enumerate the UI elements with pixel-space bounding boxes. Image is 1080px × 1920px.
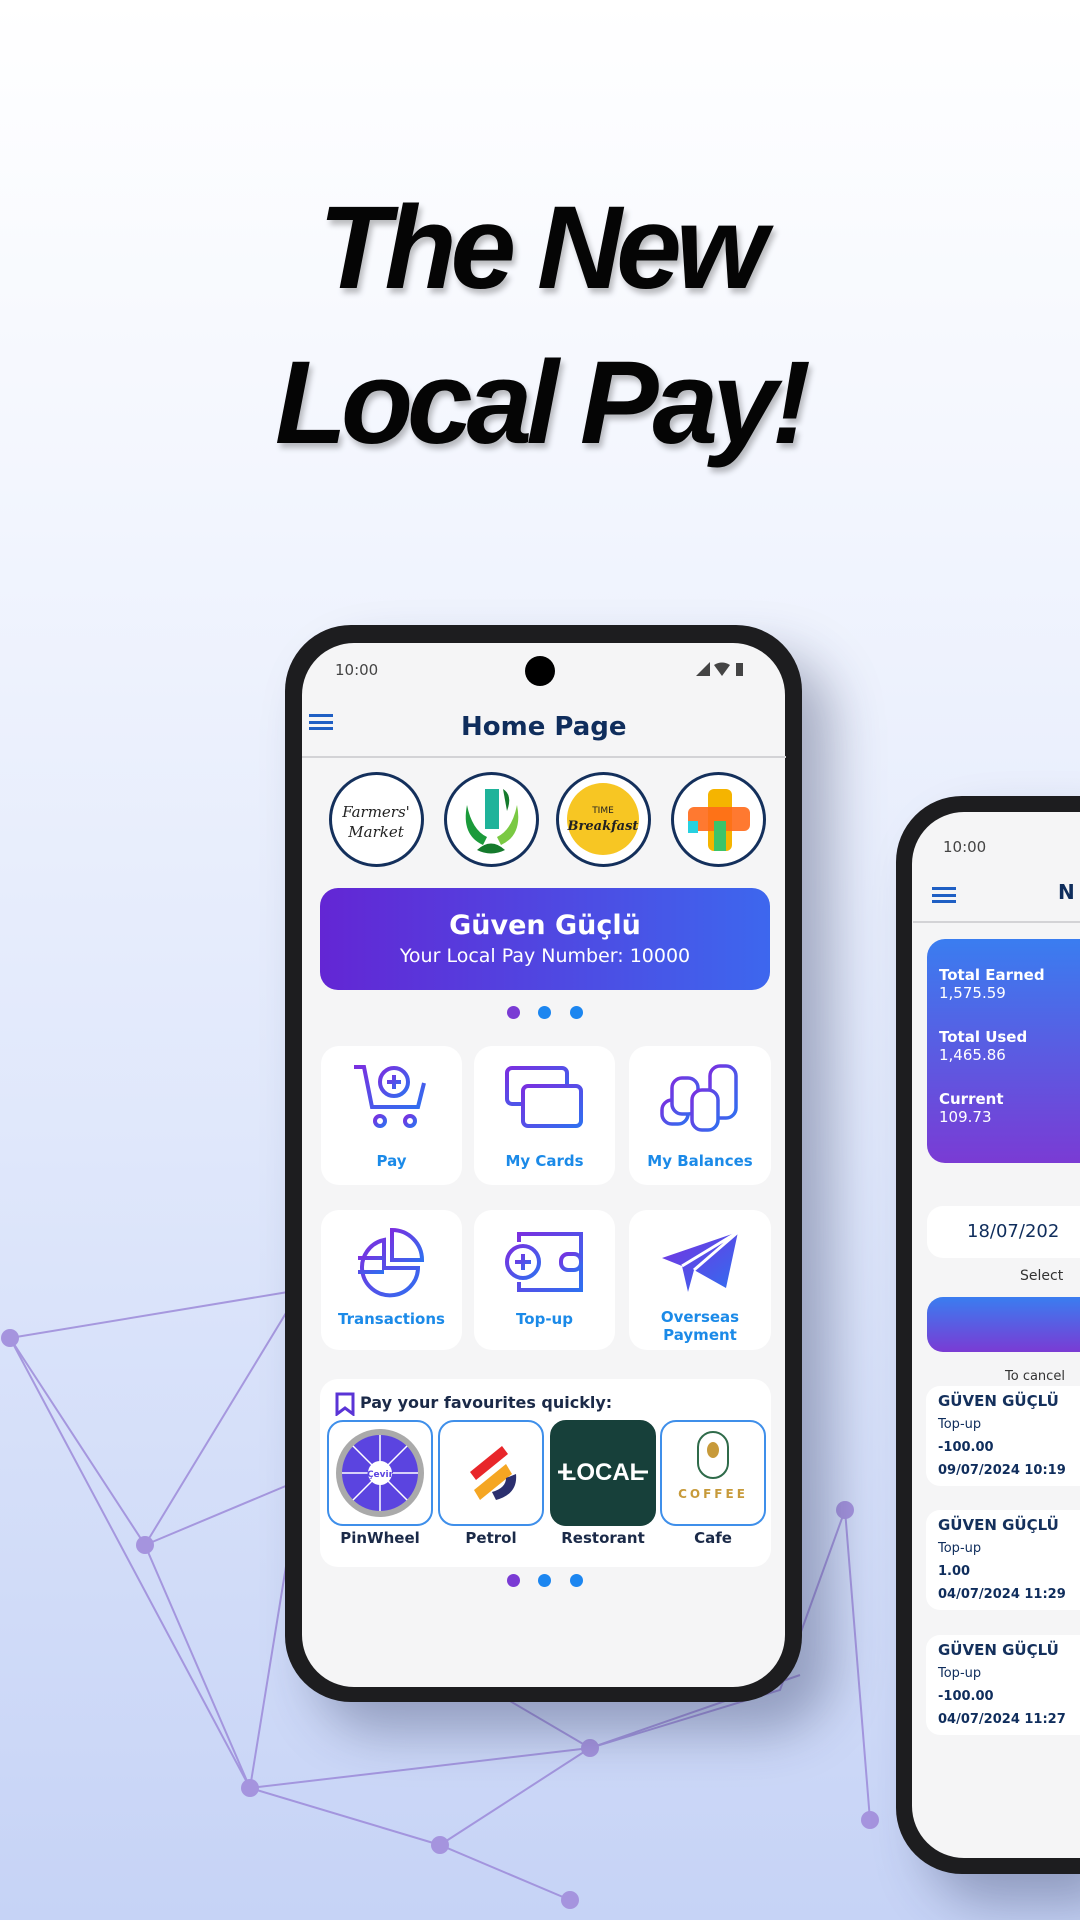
svg-text:Farmers': Farmers'	[341, 803, 410, 821]
hamburger-icon[interactable]	[932, 887, 956, 903]
battery-icon	[736, 663, 743, 676]
tile-my-balances[interactable]: My Balances	[629, 1046, 771, 1185]
paper-plane-icon	[662, 1230, 739, 1292]
header-divider	[913, 921, 1080, 923]
transaction-item[interactable]: GÜVEN GÜÇLÜ Top-up -100.00 04/07/2024 11:27	[926, 1635, 1080, 1735]
favourite-label: Cafe	[694, 1529, 732, 1547]
favourite-restorant[interactable]: LOCAL	[550, 1420, 656, 1526]
merchant-logo-plus[interactable]	[671, 772, 766, 867]
filter-button[interactable]	[927, 1297, 1080, 1352]
page-title: Home Page	[461, 712, 627, 742]
carousel-dot-active[interactable]	[507, 1574, 520, 1587]
headline-line1: The New	[318, 182, 767, 314]
date-field[interactable]: 18/07/202	[927, 1206, 1080, 1258]
tile-overseas-payment[interactable]: Overseas Payment	[629, 1210, 771, 1350]
coins-icon	[660, 1064, 738, 1132]
svg-text:Çevir: Çevir	[367, 1470, 394, 1480]
favourites-title: Pay your favourites quickly:	[360, 1393, 613, 1412]
user-name: Güven Güçlü	[449, 910, 641, 941]
svg-text:Market: Market	[347, 823, 404, 841]
favourite-label: Restorant	[561, 1529, 645, 1547]
camera-cutout	[525, 656, 555, 686]
carousel-dot[interactable]	[570, 1574, 583, 1587]
carousel-dot[interactable]	[570, 1006, 583, 1019]
carousel-dot-active[interactable]	[507, 1006, 520, 1019]
svg-text:Breakfast: Breakfast	[567, 819, 639, 834]
tile-pay[interactable]: Pay	[321, 1046, 462, 1185]
headline-line2: Local Pay!	[274, 337, 811, 469]
favourite-petrol[interactable]	[438, 1420, 544, 1526]
wifi-icon	[714, 662, 730, 676]
transaction-item[interactable]: GÜVEN GÜÇLÜ Top-up 1.00 04/07/2024 11:29	[926, 1510, 1080, 1610]
bookmark-icon	[335, 1392, 355, 1416]
merchant-logo-time-breakfast[interactable]: TIME Breakfast	[556, 772, 651, 867]
balance-current: Current 109.73	[939, 1090, 1004, 1126]
tile-my-cards[interactable]: My Cards	[474, 1046, 615, 1185]
tile-transactions[interactable]: Transactions	[321, 1210, 462, 1350]
select-label: Select	[1020, 1268, 1064, 1284]
status-time: 10:00	[335, 661, 379, 679]
favourite-cafe[interactable]: COFFEE	[660, 1420, 766, 1526]
merchant-logo-tree[interactable]	[444, 772, 539, 867]
pie-chart-icon	[357, 1228, 424, 1298]
status-icons	[696, 662, 743, 676]
hamburger-icon[interactable]	[309, 714, 333, 730]
transaction-item[interactable]: GÜVEN GÜÇLÜ Top-up -100.00 09/07/2024 10:19	[926, 1386, 1080, 1486]
favourite-label: PinWheel	[340, 1529, 420, 1547]
header-divider	[302, 756, 786, 758]
signal-icon	[696, 662, 710, 676]
merchant-logo-farmers-market[interactable]: Farmers' Market	[329, 772, 424, 867]
balance-total-earned: Total Earned 1,575.59	[939, 966, 1045, 1002]
carousel-dot[interactable]	[538, 1006, 551, 1019]
carousel-dot[interactable]	[538, 1574, 551, 1587]
cancel-label: To cancel	[1005, 1369, 1065, 1384]
status-time: 10:00	[943, 838, 987, 856]
balance-total-used: Total Used 1,465.86	[939, 1028, 1028, 1064]
cart-plus-icon	[353, 1065, 426, 1128]
page-title: N	[1058, 880, 1075, 904]
svg-text:COFFEE: COFFEE	[678, 1487, 748, 1501]
favourite-pinwheel[interactable]: Çevir	[327, 1420, 433, 1526]
local-pay-number: Your Local Pay Number: 10000	[399, 945, 691, 967]
cards-icon	[504, 1066, 583, 1128]
wallet-plus-icon	[504, 1232, 583, 1292]
tile-top-up[interactable]: Top-up	[474, 1210, 615, 1350]
favourite-label: Petrol	[465, 1529, 517, 1547]
svg-text:LOCAL: LOCAL	[562, 1459, 645, 1486]
user-banner[interactable]: Güven Güçlü Your Local Pay Number: 10000	[320, 888, 770, 990]
svg-text:TIME: TIME	[591, 806, 614, 816]
